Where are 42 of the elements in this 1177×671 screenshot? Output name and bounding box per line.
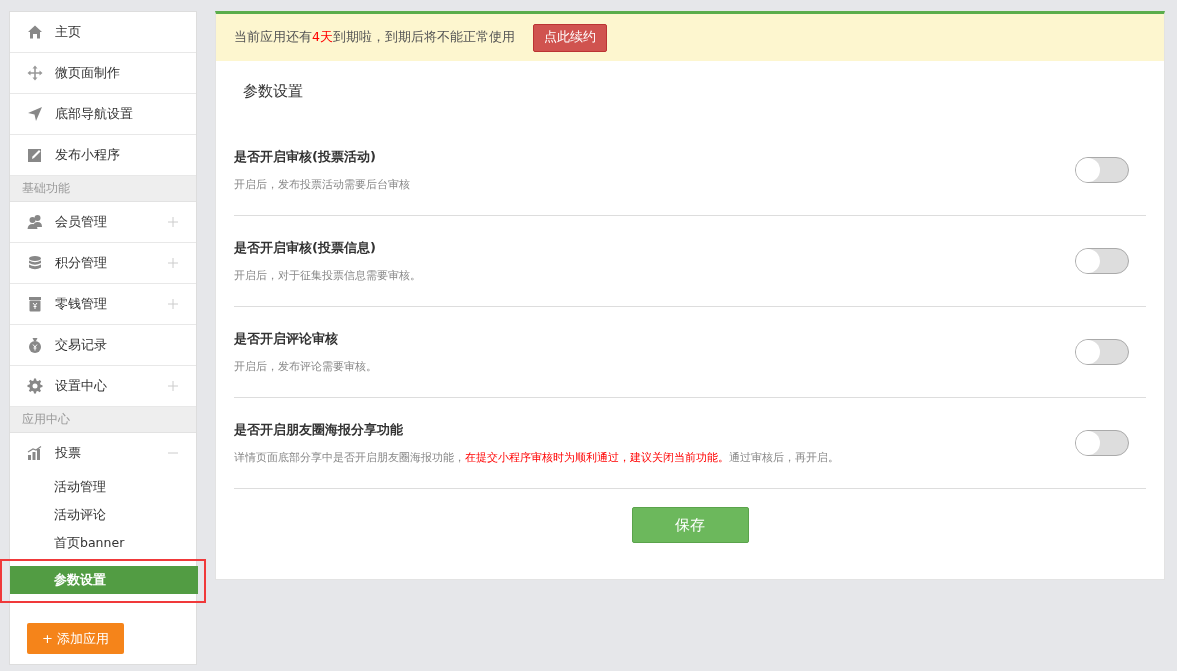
coins-icon xyxy=(27,255,43,271)
notice-text: 当前应用还有4天到期啦，到期后将不能正常使用 xyxy=(234,29,515,46)
sidebar-subitem[interactable]: 活动评论 xyxy=(10,501,196,529)
sidebar-item[interactable]: 零钱管理 xyxy=(10,284,196,325)
section-header: 应用中心 xyxy=(10,407,196,433)
sidebar-item[interactable]: 交易记录 xyxy=(10,325,196,366)
toggle-switch[interactable] xyxy=(1075,430,1129,456)
setting-description: 开启后，发布评论需要审核。 xyxy=(234,359,378,374)
setting-description: 详情页面底部分享中是否开启朋友圈海报功能，在提交小程序审核时为顺利通过，建议关闭当前功能。通过审核后，再开启。 xyxy=(234,450,840,465)
plus-icon[interactable] xyxy=(168,299,178,309)
setting-title: 是否开启朋友圈海报分享功能 xyxy=(234,421,404,439)
sidebar-item[interactable]: 投票 xyxy=(10,433,196,473)
renew-button[interactable]: 点此续约 xyxy=(532,23,607,52)
chart-icon xyxy=(27,445,43,461)
sidebar-subitem[interactable]: 首页banner xyxy=(10,529,196,557)
sidebar-item[interactable]: 底部导航设置 xyxy=(10,94,196,135)
home-icon xyxy=(27,24,43,40)
bag-icon xyxy=(27,337,43,353)
toggle-switch[interactable] xyxy=(1075,248,1129,274)
sidebar-subitem[interactable]: 活动管理 xyxy=(10,473,196,501)
plus-icon[interactable] xyxy=(168,381,178,391)
sidebar-item[interactable]: 主页 xyxy=(10,12,196,53)
plus-icon[interactable] xyxy=(168,217,178,227)
edit-icon xyxy=(27,147,43,163)
page-title: 参数设置 xyxy=(242,81,304,102)
toggle-switch[interactable] xyxy=(1075,157,1129,183)
users-icon xyxy=(27,214,43,230)
section-header: 基础功能 xyxy=(10,176,196,202)
setting-description: 开启后，发布投票活动需要后台审核 xyxy=(234,177,411,192)
setting-title: 是否开启评论审核 xyxy=(234,330,339,348)
move-icon xyxy=(27,65,43,81)
gear-icon xyxy=(27,378,43,394)
navigate-icon xyxy=(27,106,43,122)
jar-icon xyxy=(27,296,43,312)
sidebar-item[interactable]: 微页面制作 xyxy=(10,53,196,94)
plus-icon[interactable] xyxy=(168,258,178,268)
sidebar-item[interactable]: 会员管理 xyxy=(10,202,196,243)
setting-title: 是否开启审核(投票活动) xyxy=(234,148,377,166)
setting-title: 是否开启审核(投票信息) xyxy=(234,239,377,257)
toggle-switch[interactable] xyxy=(1075,339,1129,365)
setting-description: 开启后，对于征集投票信息需要审核。 xyxy=(234,268,422,283)
sidebar-item[interactable]: 积分管理 xyxy=(10,243,196,284)
